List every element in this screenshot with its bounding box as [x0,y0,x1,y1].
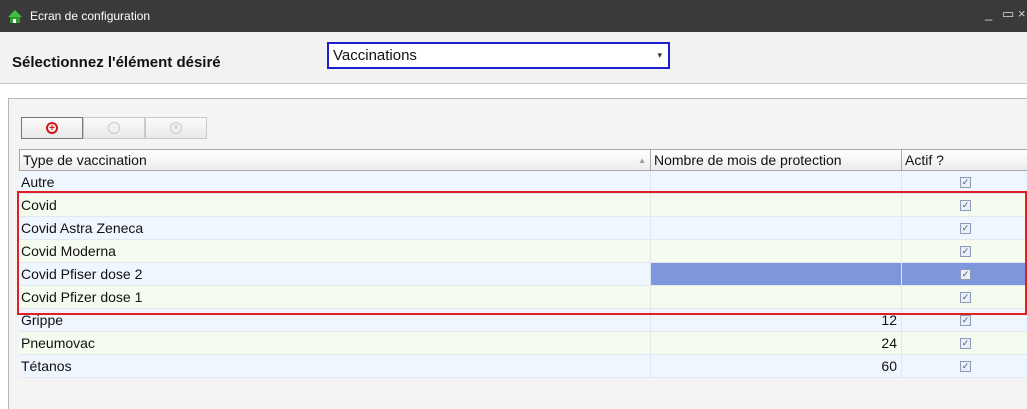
app-logo-icon [8,10,22,23]
table-row[interactable]: Grippe 12 ✓ [19,309,1027,332]
table-row[interactable]: Covid ✓ [19,194,1027,217]
cell-active[interactable]: ✓ [902,309,1027,332]
column-header-type-label: Type de vaccination [23,152,147,168]
cell-active-selected[interactable]: ✓ [902,263,1027,286]
cell-months[interactable] [651,286,902,309]
cell-months-selected[interactable] [651,263,902,286]
minimize-button[interactable]: _ [985,6,992,21]
cell-type[interactable]: Tétanos [19,355,651,378]
sort-ascending-icon: ▲ [638,156,646,165]
element-select-dropdown[interactable]: Vaccinations ▾ [327,42,670,69]
cell-type[interactable]: Grippe [19,309,651,332]
column-header-active[interactable]: Actif ? [902,149,1027,171]
cell-months[interactable] [651,171,902,194]
config-panel: + · × Type de vaccination ▲ Nombre de mo… [8,98,1027,409]
cell-months[interactable]: 24 [651,332,902,355]
active-checkbox[interactable]: ✓ [960,246,971,257]
edit-button[interactable]: · [83,117,145,139]
cell-type[interactable]: Covid Pfiser dose 2 [19,263,651,286]
maximize-button[interactable]: ▭ [1002,6,1014,22]
cell-type[interactable]: Covid Astra Zeneca [19,217,651,240]
active-checkbox[interactable]: ✓ [960,269,971,280]
active-checkbox[interactable]: ✓ [960,315,971,326]
table-row[interactable]: Tétanos 60 ✓ [19,355,1027,378]
cell-active[interactable]: ✓ [902,355,1027,378]
add-icon: + [46,122,58,134]
delete-button[interactable]: × [145,117,207,139]
chevron-down-icon[interactable]: ▾ [657,50,662,61]
window-title: Ecran de configuration [30,9,151,23]
element-select-value: Vaccinations [333,47,417,64]
edit-icon: · [108,122,120,134]
cell-active[interactable]: ✓ [902,286,1027,309]
table-row[interactable]: Pneumovac 24 ✓ [19,332,1027,355]
element-select-label: Sélectionnez l'élément désiré [12,54,221,71]
active-checkbox[interactable]: ✓ [960,177,971,188]
cell-active[interactable]: ✓ [902,194,1027,217]
cell-months[interactable]: 12 [651,309,902,332]
active-checkbox[interactable]: ✓ [960,292,971,303]
active-checkbox[interactable]: ✓ [960,361,971,372]
column-header-months[interactable]: Nombre de mois de protection [651,149,902,171]
cell-months[interactable] [651,194,902,217]
panel-gap [0,84,1027,98]
grid-header: Type de vaccination ▲ Nombre de mois de … [19,149,1027,171]
cell-active[interactable]: ✓ [902,217,1027,240]
active-checkbox[interactable]: ✓ [960,223,971,234]
cell-type[interactable]: Covid [19,194,651,217]
table-row[interactable]: Covid Astra Zeneca ✓ [19,217,1027,240]
selector-area: Sélectionnez l'élément désiré Vaccinatio… [0,32,1027,84]
cell-active[interactable]: ✓ [902,240,1027,263]
add-button[interactable]: + [21,117,83,139]
cell-months[interactable] [651,240,902,263]
active-checkbox[interactable]: ✓ [960,338,971,349]
active-checkbox[interactable]: ✓ [960,200,971,211]
table-row[interactable]: Autre ✓ [19,171,1027,194]
cell-active[interactable]: ✓ [902,332,1027,355]
cell-type[interactable]: Covid Moderna [19,240,651,263]
column-header-active-label: Actif ? [905,152,944,168]
table-row[interactable]: Covid Pfizer dose 1 ✓ [19,286,1027,309]
table-row[interactable]: Covid Moderna ✓ [19,240,1027,263]
column-header-months-label: Nombre de mois de protection [654,152,842,168]
cell-type[interactable]: Covid Pfizer dose 1 [19,286,651,309]
cell-months[interactable] [651,217,902,240]
cell-active[interactable]: ✓ [902,171,1027,194]
cell-type[interactable]: Autre [19,171,651,194]
title-bar: Ecran de configuration _ ▭ × [0,0,1027,32]
column-header-type[interactable]: Type de vaccination ▲ [19,149,651,171]
cell-type[interactable]: Pneumovac [19,332,651,355]
delete-icon: × [170,122,182,134]
cell-months[interactable]: 60 [651,355,902,378]
table-row-selected[interactable]: Covid Pfiser dose 2 ✓ [19,263,1027,286]
close-button[interactable]: × [1018,6,1026,21]
